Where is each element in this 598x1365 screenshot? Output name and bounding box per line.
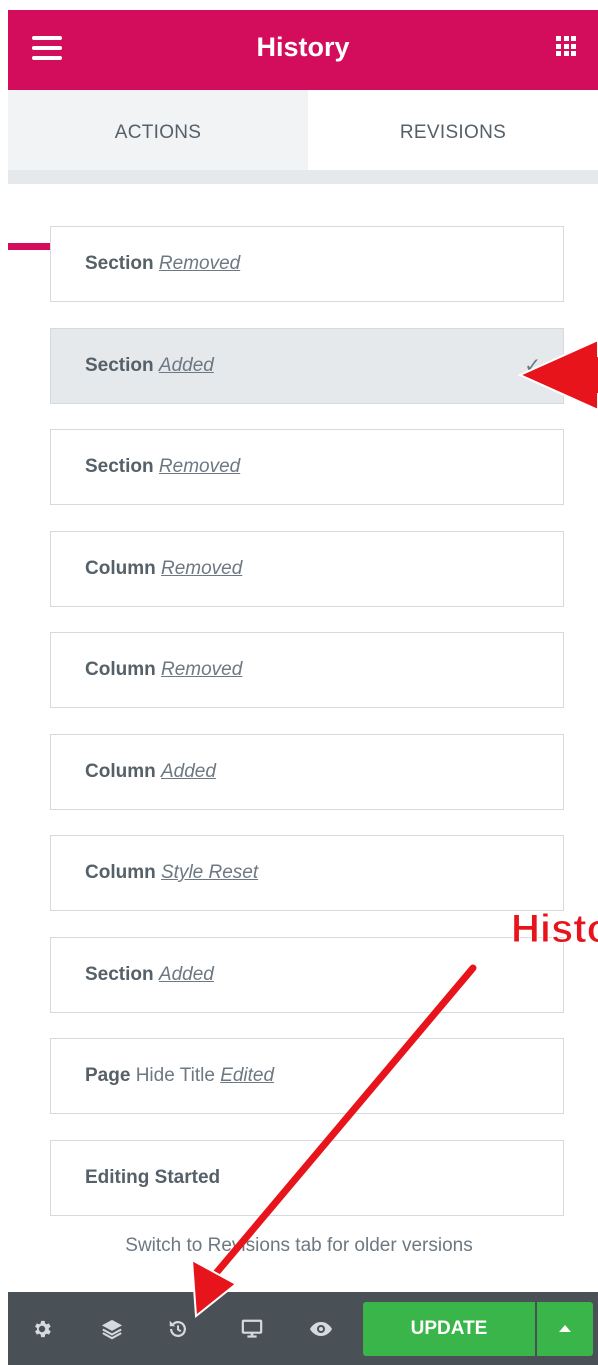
history-item-element: Column [85, 862, 156, 883]
history-item-action: Edited [220, 1065, 275, 1086]
history-item-action: Removed [161, 558, 243, 579]
history-tabs: ACTIONS REVISIONS [8, 90, 598, 250]
history-item-action: Added [161, 761, 216, 782]
tab-actions[interactable]: ACTIONS [8, 90, 308, 170]
history-item-element: Column [85, 558, 156, 579]
history-item-action: Removed [158, 456, 241, 477]
history-item[interactable]: Page Hide Title Edited [50, 1038, 564, 1114]
history-item-action: Removed [158, 253, 241, 274]
history-item[interactable]: Section Added [50, 937, 564, 1013]
history-item-element: Section [85, 456, 154, 477]
history-item-element: Column [85, 659, 156, 680]
history-item[interactable]: Column Removed [50, 632, 564, 708]
history-item-action: Added [158, 964, 214, 985]
history-item-element: Column [85, 761, 156, 782]
revisions-hint: Switch to Revisions tab for older versio… [125, 1235, 473, 1256]
history-item[interactable]: Section Removed [50, 226, 564, 302]
layers-icon[interactable] [92, 1292, 132, 1365]
history-item-detail: Hide Title [135, 1065, 215, 1086]
history-panel: History ACTIONS REVISIONS Section Remove… [8, 10, 598, 1365]
history-item-element: Section [85, 355, 154, 376]
widgets-grid-icon[interactable] [556, 36, 576, 56]
panel-title: History [256, 32, 350, 62]
check-icon: ✓ [524, 355, 541, 377]
history-item-element: Page [85, 1065, 131, 1086]
eye-icon[interactable] [301, 1292, 341, 1365]
annotation-label: Histo [511, 907, 598, 952]
tabs-divider [8, 170, 598, 184]
history-item-element: Editing Started [85, 1167, 221, 1188]
history-item[interactable]: Column Style Reset [50, 835, 564, 911]
history-item[interactable]: Column Removed [50, 531, 564, 607]
update-button[interactable]: UPDATE [363, 1302, 535, 1356]
history-item[interactable]: Section Removed [50, 429, 564, 505]
update-options-button[interactable] [537, 1302, 593, 1356]
history-item[interactable]: Column Added [50, 734, 564, 810]
panel-footer: UPDATE [8, 1292, 598, 1365]
history-item-element: Section [85, 253, 154, 274]
panel-header: History [8, 10, 598, 90]
history-item-action: Style Reset [161, 862, 259, 883]
responsive-icon[interactable] [232, 1292, 272, 1365]
history-item-action: Added [158, 355, 214, 376]
history-item-action: Removed [161, 659, 243, 680]
history-item-element: Section [85, 964, 154, 985]
history-item-selected[interactable]: Section Added ✓ [50, 328, 564, 404]
gear-icon[interactable] [22, 1292, 62, 1365]
tab-revisions[interactable]: REVISIONS [308, 90, 598, 170]
history-icon[interactable] [158, 1292, 198, 1365]
history-item[interactable]: Editing Started [50, 1140, 564, 1216]
